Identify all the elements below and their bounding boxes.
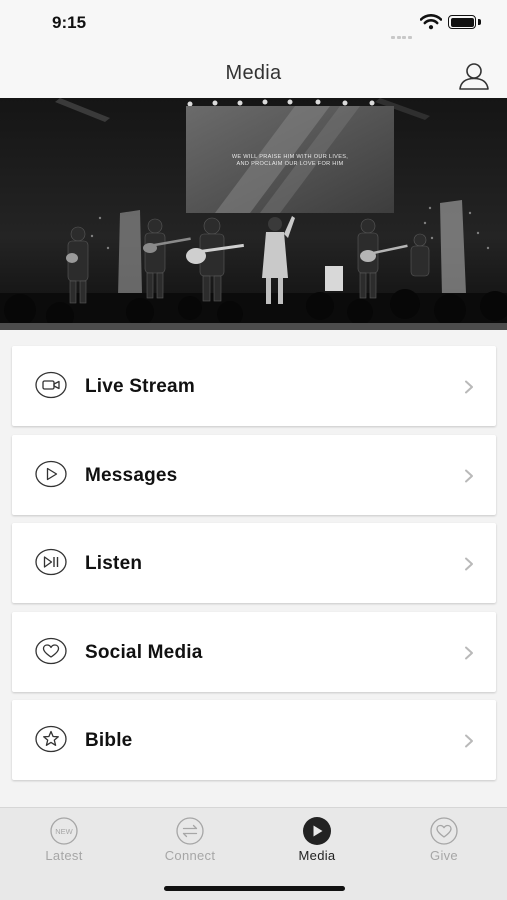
hero-caption-line-1: WE WILL PRAISE HIM WITH OUR LIVES,	[231, 154, 349, 160]
tab-media[interactable]: Media	[262, 808, 372, 870]
menu-item-label: Bible	[85, 730, 133, 751]
menu-item-bible[interactable]: Bible	[12, 700, 496, 780]
hero-image: WE WILL PRAISE HIM WITH OUR LIVES, AND P…	[0, 98, 507, 330]
tab-label: Connect	[164, 848, 216, 863]
tab-latest[interactable]: NEW Latest	[9, 808, 119, 870]
heart-icon	[35, 637, 67, 664]
exchange-arrows-icon	[176, 817, 204, 845]
chevron-right-icon	[465, 734, 473, 748]
chevron-right-icon	[465, 469, 473, 482]
menu-item-label: Live Stream	[85, 376, 195, 397]
star-icon	[35, 725, 67, 753]
status-bar: 9:15	[0, 0, 507, 48]
play-pause-icon	[35, 548, 67, 576]
battery-icon	[448, 15, 476, 29]
tab-label: Give	[430, 848, 458, 863]
home-indicator	[164, 886, 345, 891]
tab-label: Latest	[45, 848, 83, 863]
navigation-bar: Media	[0, 48, 507, 98]
menu-item-label: Listen	[85, 553, 143, 574]
tab-give[interactable]: Give	[389, 808, 499, 870]
menu-item-label: Messages	[85, 464, 178, 486]
wifi-icon	[420, 14, 442, 30]
menu-item-listen[interactable]: Listen	[12, 523, 496, 603]
new-badge-icon: NEW	[50, 817, 78, 845]
status-time: 9:15	[52, 13, 87, 32]
chevron-right-icon	[465, 380, 473, 394]
worship-band-photo	[0, 98, 507, 330]
chevron-right-icon	[465, 646, 473, 659]
tab-connect[interactable]: Connect	[135, 808, 245, 870]
chevron-right-icon	[465, 557, 473, 571]
battery-tip	[478, 19, 481, 25]
hero-screen-caption: WE WILL PRAISE HIM WITH OUR LIVES, AND P…	[200, 154, 380, 168]
hero-caption-line-2: AND PROCLAIM OUR LOVE FOR HIM	[236, 161, 344, 167]
menu-item-label: Social Media	[85, 641, 203, 663]
cellular-signal-icon	[391, 26, 415, 39]
play-icon	[35, 460, 67, 487]
video-camera-icon	[35, 371, 67, 399]
heart-circle-icon	[430, 817, 458, 845]
page-title: Media	[225, 62, 282, 84]
menu-item-social-media[interactable]: Social Media	[12, 611, 496, 692]
user-icon[interactable]	[456, 60, 492, 92]
play-circle-icon	[303, 817, 331, 845]
menu-item-messages[interactable]: Messages	[12, 434, 496, 515]
tab-label: Media	[298, 848, 336, 863]
media-menu-list: Live Stream Messages Listen Social Media…	[12, 346, 496, 789]
menu-item-live-stream[interactable]: Live Stream	[12, 346, 496, 426]
new-badge-text: NEW	[55, 827, 73, 836]
